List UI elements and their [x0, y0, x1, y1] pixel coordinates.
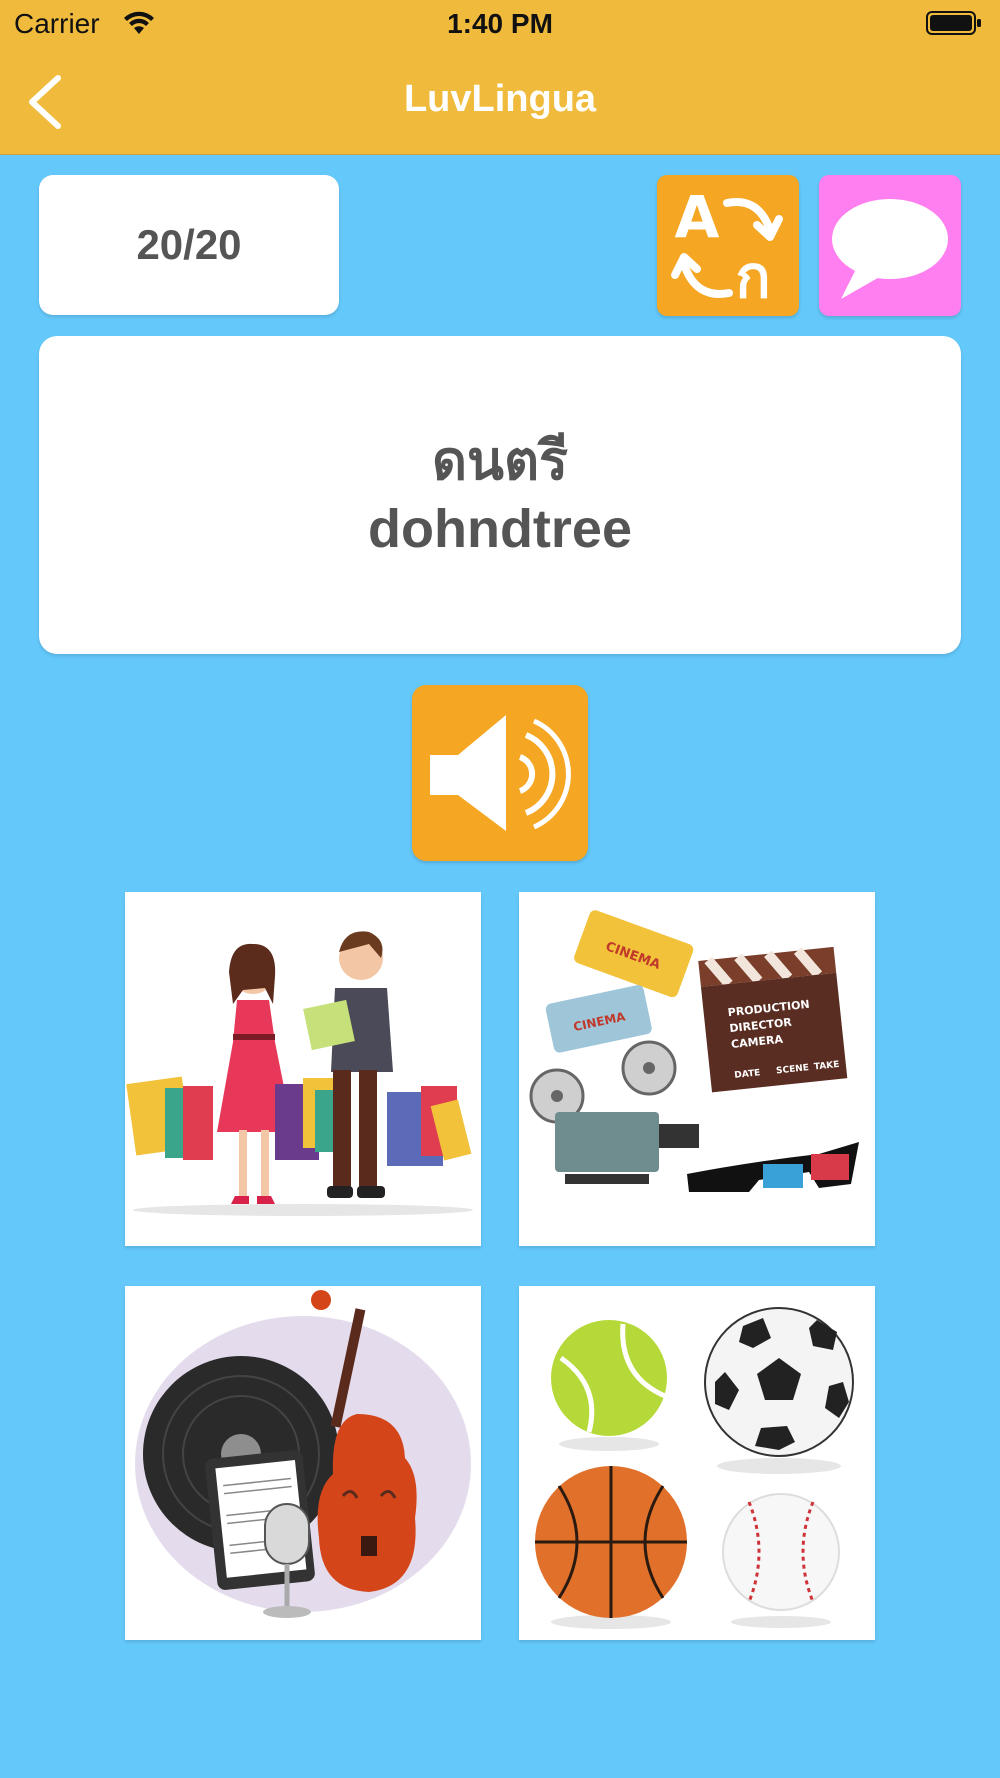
status-bar: Carrier 1:40 PM — [0, 0, 1000, 50]
speaker-icon — [430, 715, 571, 831]
chat-button[interactable] — [819, 175, 961, 316]
battery-icon — [926, 11, 981, 35]
movies-illustration-icon: CINEMA CINEMA PRODUCTION DIRECTOR CAMERA… — [529, 910, 859, 1192]
play-audio-button[interactable] — [412, 685, 588, 861]
navigation-bar: LuvLingua — [0, 50, 1000, 155]
thai-glyph: ก — [735, 243, 770, 311]
answer-choice-shopping[interactable] — [125, 892, 481, 1246]
word-romanized-text: dohndtree — [368, 499, 632, 559]
speech-bubble-icon — [832, 199, 948, 299]
status-time: 1:40 PM — [447, 8, 553, 39]
answer-choice-music[interactable] — [125, 1286, 481, 1640]
word-native-text: ดนตรี — [431, 431, 569, 491]
translate-icon: A ก — [671, 183, 783, 311]
shopping-illustration-icon — [126, 931, 473, 1216]
music-illustration-icon — [135, 1290, 471, 1618]
answer-choice-sports[interactable] — [519, 1286, 875, 1640]
word-card: ดนตรี dohndtree — [39, 336, 961, 654]
progress-counter: 20/20 — [39, 175, 339, 315]
latin-glyph: A — [675, 183, 720, 251]
sports-balls-illustration-icon — [535, 1307, 854, 1629]
answer-choice-movies[interactable]: CINEMA CINEMA PRODUCTION DIRECTOR CAMERA… — [519, 892, 875, 1246]
app-title: LuvLingua — [403, 78, 597, 120]
translate-toggle-button[interactable]: A ก — [657, 175, 799, 316]
